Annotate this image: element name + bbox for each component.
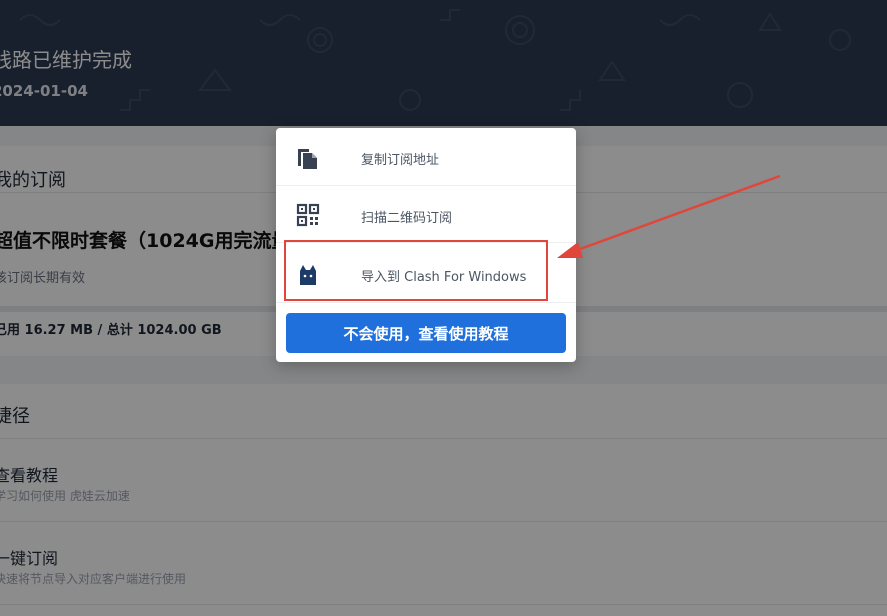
annotation-arrow-icon xyxy=(557,174,781,258)
